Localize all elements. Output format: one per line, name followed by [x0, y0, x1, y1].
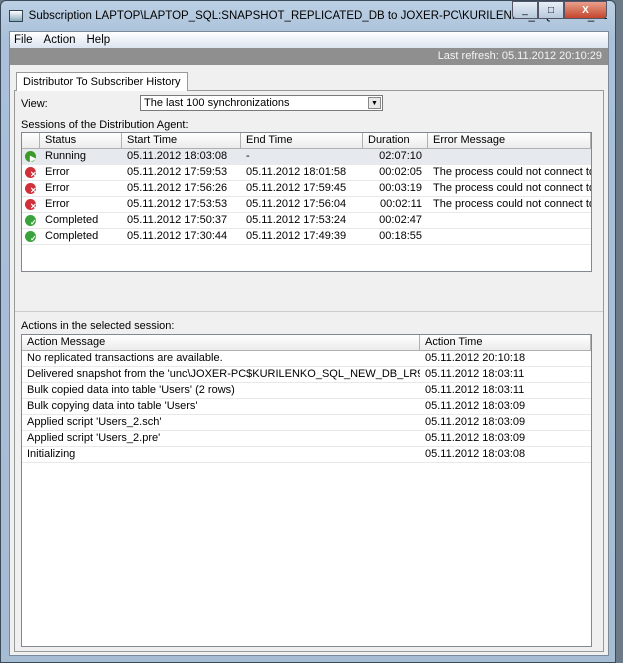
column-header-action-time[interactable]: Action Time: [420, 335, 591, 351]
status-cell: Error: [45, 166, 70, 178]
start-time-cell: 05.11.2012 17:30:44: [127, 230, 228, 242]
end-time-cell: 05.11.2012 17:59:45: [246, 182, 347, 194]
action-row[interactable]: Bulk copying data into table 'Users' 05.…: [22, 399, 591, 415]
duration-cell: 00:18:55: [379, 230, 422, 242]
column-header-duration[interactable]: Duration: [363, 133, 428, 149]
view-select-value: The last 100 synchronizations: [144, 97, 290, 109]
action-time-cell: 05.11.2012 20:10:18: [425, 352, 526, 364]
end-time-cell: 05.11.2012 18:01:58: [246, 166, 347, 178]
menu-file[interactable]: File: [14, 34, 33, 46]
splitter[interactable]: [15, 311, 603, 314]
end-time-cell: -: [246, 150, 250, 162]
sessions-grid[interactable]: Status Start Time End Time Duration Erro…: [21, 132, 592, 272]
actions-label: Actions in the selected session:: [21, 320, 175, 332]
duration-cell: 02:07:10: [379, 150, 422, 162]
app-icon: [9, 10, 23, 22]
action-time-cell: 05.11.2012 18:03:08: [425, 448, 526, 460]
chevron-down-icon[interactable]: ▼: [368, 97, 381, 109]
menu-bar: File Action Help: [10, 32, 608, 48]
error-message-cell: The process could not connect to ...: [433, 198, 591, 210]
view-select[interactable]: The last 100 synchronizations ▼: [140, 95, 383, 111]
session-row[interactable]: ▶ Running 05.11.2012 18:03:08 - 02:07:10: [22, 149, 591, 165]
start-time-cell: 05.11.2012 17:56:26: [127, 182, 228, 194]
duration-cell: 00:02:47: [379, 214, 422, 226]
column-header-status[interactable]: Status: [40, 133, 122, 149]
action-time-cell: 05.11.2012 18:03:09: [425, 400, 526, 412]
start-time-cell: 05.11.2012 17:50:37: [127, 214, 228, 226]
client-area: File Action Help Last refresh: 05.11.201…: [9, 31, 609, 656]
error-icon: ✕: [25, 183, 36, 194]
start-time-cell: 05.11.2012 17:59:53: [127, 166, 228, 178]
action-message-cell: No replicated transactions are available…: [27, 352, 223, 364]
window: Subscription LAPTOP\LAPTOP_SQL:SNAPSHOT_…: [0, 0, 616, 663]
action-row[interactable]: No replicated transactions are available…: [22, 351, 591, 367]
session-row[interactable]: ✓ Completed 05.11.2012 17:50:37 05.11.20…: [22, 213, 591, 229]
duration-cell: 00:02:11: [379, 198, 422, 210]
tab-panel: View: The last 100 synchronizations ▼ Se…: [14, 90, 604, 652]
tab-distributor-to-subscriber-history[interactable]: Distributor To Subscriber History: [16, 72, 188, 91]
action-time-cell: 05.11.2012 18:03:11: [425, 368, 525, 380]
error-message-cell: [428, 149, 591, 164]
status-cell: Completed: [45, 230, 99, 242]
action-message-cell: Bulk copying data into table 'Users': [27, 400, 198, 412]
session-row[interactable]: ✕ Error 05.11.2012 17:59:53 05.11.2012 1…: [22, 165, 591, 181]
column-header-end-time[interactable]: End Time: [241, 133, 363, 149]
view-label: View:: [21, 98, 48, 110]
status-cell: Completed: [45, 214, 99, 226]
error-icon: ✕: [25, 167, 36, 178]
sessions-label: Sessions of the Distribution Agent:: [21, 119, 189, 131]
action-time-cell: 05.11.2012 18:03:09: [425, 432, 526, 444]
maximize-button[interactable]: □: [538, 1, 564, 19]
session-row[interactable]: ✕ Error 05.11.2012 17:56:26 05.11.2012 1…: [22, 181, 591, 197]
duration-cell: 00:03:19: [379, 182, 422, 194]
title-bar: Subscription LAPTOP\LAPTOP_SQL:SNAPSHOT_…: [9, 1, 607, 27]
completed-icon: ✓: [25, 231, 36, 242]
action-row[interactable]: Bulk copied data into table 'Users' (2 r…: [22, 383, 591, 399]
start-time-cell: 05.11.2012 17:53:53: [127, 198, 228, 210]
action-row[interactable]: Initializing 05.11.2012 18:03:08: [22, 447, 591, 463]
actions-grid[interactable]: Action Message Action Time No replicated…: [21, 334, 592, 647]
action-message-cell: Initializing: [27, 448, 76, 460]
error-message-cell: The process could not connect to ...: [433, 182, 591, 194]
last-refresh: Last refresh: 05.11.2012 20:10:29: [10, 48, 608, 65]
status-cell: Error: [45, 182, 70, 194]
action-row[interactable]: Delivered snapshot from the 'unc\JOXER-P…: [22, 367, 591, 383]
completed-icon: ✓: [25, 215, 36, 226]
close-button[interactable]: X: [564, 1, 607, 19]
error-message-cell: [428, 213, 591, 228]
error-message-cell: [428, 229, 591, 244]
running-icon: ▶: [25, 151, 36, 162]
action-message-cell: Bulk copied data into table 'Users' (2 r…: [27, 384, 235, 396]
column-header-start-time[interactable]: Start Time: [122, 133, 241, 149]
menu-help[interactable]: Help: [87, 34, 111, 46]
start-time-cell: 05.11.2012 18:03:08: [127, 150, 228, 162]
action-message-cell: Applied script 'Users_2.sch': [27, 416, 162, 428]
end-time-cell: 05.11.2012 17:56:04: [246, 198, 347, 210]
session-row[interactable]: ✓ Completed 05.11.2012 17:30:44 05.11.20…: [22, 229, 591, 245]
action-row[interactable]: Applied script 'Users_2.sch' 05.11.2012 …: [22, 415, 591, 431]
action-message-cell: Delivered snapshot from the 'unc\JOXER-P…: [27, 368, 420, 380]
error-icon: ✕: [25, 199, 36, 210]
session-row[interactable]: ✕ Error 05.11.2012 17:53:53 05.11.2012 1…: [22, 197, 591, 213]
action-message-cell: Applied script 'Users_2.pre': [27, 432, 161, 444]
row-header-corner: [22, 133, 40, 149]
menu-action[interactable]: Action: [44, 34, 76, 46]
column-header-error-message[interactable]: Error Message: [428, 133, 591, 149]
action-time-cell: 05.11.2012 18:03:09: [425, 416, 526, 428]
column-header-action-message[interactable]: Action Message: [22, 335, 420, 351]
end-time-cell: 05.11.2012 17:53:24: [246, 214, 347, 226]
end-time-cell: 05.11.2012 17:49:39: [246, 230, 347, 242]
error-message-cell: The process could not connect to ...: [433, 166, 591, 178]
duration-cell: 00:02:05: [379, 166, 422, 178]
action-row[interactable]: Applied script 'Users_2.pre' 05.11.2012 …: [22, 431, 591, 447]
status-cell: Error: [45, 198, 70, 210]
minimize-button[interactable]: _: [512, 1, 538, 19]
status-cell: Running: [45, 150, 86, 162]
action-time-cell: 05.11.2012 18:03:11: [425, 384, 525, 396]
